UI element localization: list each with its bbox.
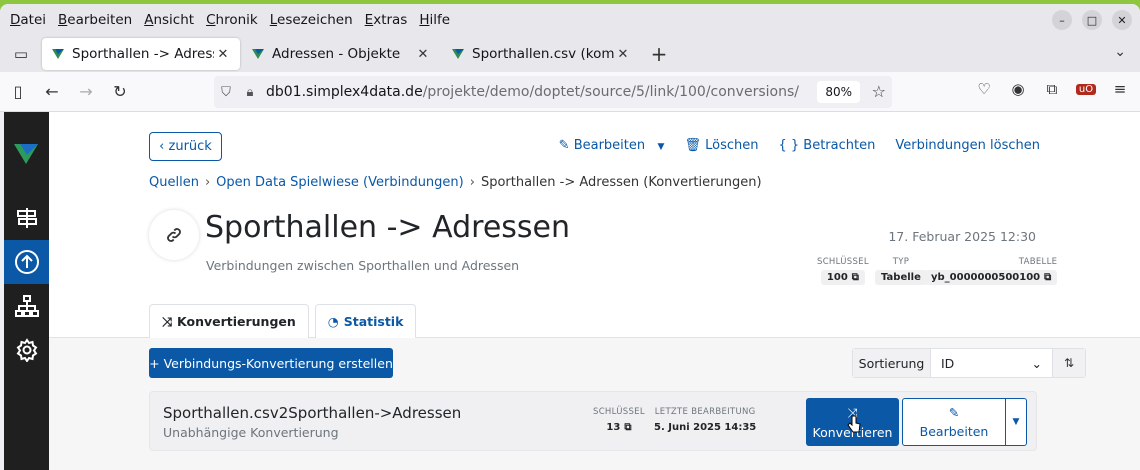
item-key: SCHLÜSSEL 13 ⧉: [593, 407, 645, 435]
copy-icon[interactable]: ⧉: [624, 422, 631, 433]
tab-title: Sporthallen.csv (komplett): [472, 46, 614, 62]
breadcrumb: Quellen › Open Data Spielwiese (Verbindung…: [149, 175, 762, 190]
chevron-down-icon[interactable]: ⌄: [1114, 44, 1126, 60]
shuffle-icon: ⤨: [162, 313, 173, 329]
bookmark-star-icon[interactable]: ☆: [872, 82, 886, 101]
tab-close-icon[interactable]: ✕: [414, 47, 432, 62]
menu-extras[interactable]: Extras: [359, 12, 414, 28]
caret-down-icon[interactable]: ▼: [658, 142, 665, 152]
sort-direction-button[interactable]: ⇅: [1053, 349, 1085, 377]
close-window-button[interactable]: ✕: [1112, 10, 1132, 30]
browser-window: Datei Bearbeiten Ansicht Chronik Lesezei…: [0, 4, 1140, 470]
page-subtitle: Verbindungen zwischen Sporthallen und Ad…: [206, 258, 520, 273]
account-icon[interactable]: ◉: [1008, 80, 1028, 98]
main-content: ‹ zurück ✎ Bearbeiten ▼ 🗑︎ Löschen { } B…: [49, 112, 1140, 470]
meta-type: TYP Tabelle: [875, 257, 927, 285]
menu-datei[interactable]: Datei: [4, 12, 52, 28]
header-actions: ✎ Bearbeiten ▼ 🗑︎ Löschen { } Betrachten…: [559, 138, 1040, 153]
trash-icon: 🗑︎: [684, 138, 706, 153]
upload-circle-icon[interactable]: [4, 240, 49, 284]
delete-links-action[interactable]: Verbindungen löschen: [895, 138, 1040, 153]
item-last-edited: LETZTE BEARBEITUNG 5. Juni 2025 14:35: [648, 407, 763, 435]
create-conversion-button[interactable]: + Verbindungs-Konvertierung erstellen: [149, 348, 393, 378]
tab-conversions[interactable]: ⤨ Konvertierungen: [149, 304, 309, 338]
browser-tab[interactable]: Adressen - Objekte ✕: [242, 38, 440, 70]
back-button[interactable]: ‹ zurück: [149, 132, 222, 161]
navigation-bar: ▯ ← → ↻ ⛉ 🔒︎ db01.simplex4data.de/projek…: [0, 72, 1140, 112]
zoom-indicator[interactable]: 80%: [817, 81, 860, 103]
menu-ansicht[interactable]: Ansicht: [138, 12, 200, 28]
link-icon: [149, 210, 199, 260]
pencil-icon: ✎: [558, 138, 574, 153]
menu-bar: Datei Bearbeiten Ansicht Chronik Lesezei…: [0, 4, 1140, 36]
tab-title: Adressen - Objekte: [272, 46, 401, 62]
pie-chart-icon: ◔: [327, 314, 339, 329]
signpost-icon[interactable]: [4, 196, 49, 240]
favicon-icon: [452, 49, 464, 59]
item-title: Sporthallen.csv2Sporthallen->Adressen: [163, 404, 462, 422]
app-logo-icon[interactable]: [14, 142, 38, 166]
menu-lesezeichen[interactable]: Lesezeichen: [264, 12, 359, 28]
tab-statistics[interactable]: ◔ Statistik: [314, 304, 417, 338]
tab-list-icon[interactable]: ▭: [0, 36, 42, 72]
chevron-down-icon: ⌄: [1031, 355, 1042, 371]
edit-action[interactable]: ✎ Bearbeiten ▼: [559, 138, 665, 153]
edit-dropdown-toggle[interactable]: ▼: [1005, 398, 1027, 446]
forward-arrow-icon[interactable]: →: [70, 76, 102, 108]
breadcrumb-current: Sporthallen -> Adressen (Konvertierungen…: [480, 175, 762, 190]
menu-bearbeiten[interactable]: Bearbeiten: [52, 12, 138, 28]
hamburger-menu-icon[interactable]: ≡: [1110, 80, 1130, 98]
edit-button[interactable]: ✎ Bearbeiten: [902, 398, 1006, 446]
pocket-icon[interactable]: ♡: [974, 80, 994, 98]
browser-tab[interactable]: Sporthallen -> Adressen (Konvertierungen…: [42, 38, 240, 70]
breadcrumb-link[interactable]: Open Data Spielwiese (Verbindungen): [216, 175, 464, 190]
menu-hilfe[interactable]: Hilfe: [413, 12, 456, 28]
menu-chronik[interactable]: Chronik: [200, 12, 264, 28]
favicon-icon: [52, 49, 64, 59]
tab-title: Sporthallen -> Adressen (Konvertierungen…: [72, 46, 214, 62]
favicon-icon: [252, 49, 264, 59]
list-item: Sporthallen.csv2Sporthallen->Adressen Un…: [149, 391, 1037, 451]
maximize-button[interactable]: □: [1082, 10, 1102, 30]
timestamp: 17. Februar 2025 12:30: [888, 229, 1036, 244]
app-sidebar: [4, 112, 49, 470]
sitemap-icon[interactable]: [4, 284, 49, 328]
url-bar[interactable]: ⛉ 🔒︎ db01.simplex4data.de/projekte/demo/…: [214, 76, 892, 108]
sort-control: Sortierung ID ⌄ ⇅: [852, 348, 1086, 378]
url-text[interactable]: db01.simplex4data.de/projekte/demo/dopte…: [266, 84, 799, 100]
pencil-icon: ✎: [948, 405, 960, 420]
extensions-icon[interactable]: ⧉: [1042, 80, 1062, 98]
copy-icon[interactable]: ⧉: [1044, 272, 1051, 283]
tab-bar: ▭ Sporthallen -> Adressen (Konvertierung…: [0, 36, 1140, 72]
gear-icon[interactable]: [4, 328, 49, 372]
ublock-icon[interactable]: uO: [1076, 83, 1096, 95]
browser-tab[interactable]: Sporthallen.csv (komplett) ✕: [442, 38, 640, 70]
page-tabs: ⤨ Konvertierungen ◔ Statistik: [149, 304, 422, 338]
meta-table: TABELLE yb_0000000500100 ⧉: [925, 257, 1058, 285]
tab-close-icon[interactable]: ✕: [214, 47, 232, 62]
view-action[interactable]: { } Betrachten: [778, 138, 875, 153]
page-title: Sporthallen -> Adressen: [205, 210, 571, 245]
lock-icon[interactable]: 🔒︎: [238, 85, 262, 100]
sidebar-toggle-icon[interactable]: ▯: [2, 76, 34, 108]
new-tab-button[interactable]: +: [642, 42, 676, 66]
tab-close-icon[interactable]: ✕: [614, 47, 632, 62]
reload-icon[interactable]: ↻: [104, 76, 136, 108]
sort-label: Sortierung: [853, 349, 931, 377]
braces-icon: { }: [778, 138, 804, 153]
caret-down-icon: ▼: [1012, 417, 1020, 427]
meta-key: SCHLÜSSEL 100 ⧉: [817, 257, 869, 285]
hand-cursor-icon: [847, 415, 861, 433]
back-arrow-icon[interactable]: ←: [36, 76, 68, 108]
chevron-left-icon: ‹: [159, 139, 169, 154]
shield-icon[interactable]: ⛉: [214, 85, 238, 100]
breadcrumb-link[interactable]: Quellen: [149, 175, 199, 190]
minimize-button[interactable]: –: [1052, 10, 1072, 30]
copy-icon[interactable]: ⧉: [852, 272, 859, 283]
delete-action[interactable]: 🗑︎ Löschen: [684, 138, 758, 153]
item-subtitle: Unabhängige Konvertierung: [163, 425, 339, 440]
sort-select[interactable]: ID ⌄: [931, 349, 1053, 377]
